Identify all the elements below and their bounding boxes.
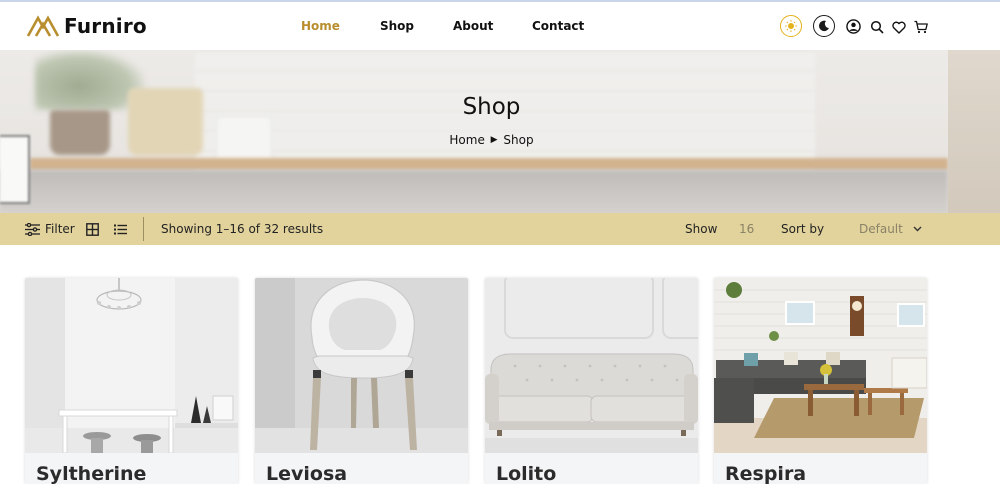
product-photo-living-room [714, 278, 927, 453]
results-count: Showing 1–16 of 32 results [161, 222, 324, 236]
list-view-icon [114, 224, 127, 234]
product-card[interactable]: Respira [714, 278, 927, 484]
site-header: Furniro Home Shop About Contact [0, 2, 1000, 50]
brand-logo[interactable]: Furniro [27, 13, 147, 39]
brand-name: Furniro [64, 14, 147, 38]
product-name[interactable]: Leviosa [266, 463, 347, 484]
product-photo-dining-room [25, 278, 238, 453]
product-card[interactable]: Lolito [485, 278, 698, 484]
product-name[interactable]: Lolito [496, 463, 556, 484]
sort-label: Sort by [781, 222, 825, 236]
product-card[interactable]: Leviosa [255, 278, 468, 484]
sun-icon [785, 20, 797, 32]
wishlist-button[interactable] [891, 19, 907, 35]
breadcrumb-current: Shop [503, 132, 534, 147]
nav-about[interactable]: About [453, 19, 493, 33]
logo-mark-icon [27, 15, 59, 37]
show-label: Show [685, 222, 718, 236]
sort-selected-value: Default [859, 222, 903, 236]
account-icon [845, 18, 861, 34]
heart-icon [892, 21, 906, 34]
page-title: Shop [462, 94, 521, 120]
nav-home[interactable]: Home [301, 19, 340, 33]
search-button[interactable] [869, 19, 885, 35]
grid-view-icon [86, 222, 99, 236]
cart-icon [914, 20, 928, 34]
moon-icon [819, 20, 829, 32]
nav-contact[interactable]: Contact [532, 19, 584, 33]
product-image[interactable] [255, 278, 468, 453]
product-photo-white-chair [255, 278, 468, 453]
product-name[interactable]: Respira [725, 463, 806, 484]
breadcrumb-home[interactable]: Home [449, 133, 484, 147]
cart-button[interactable] [913, 19, 929, 35]
filter-bar: Filter Showing 1–16 of 32 results Show 1… [0, 213, 1000, 245]
nav-shop[interactable]: Shop [380, 19, 414, 33]
list-view-button[interactable] [114, 213, 127, 245]
product-image[interactable] [485, 278, 698, 453]
product-card[interactable]: Syltherine [25, 278, 238, 484]
breadcrumb: Home ▶ Shop [0, 132, 983, 147]
show-count-input[interactable]: 16 [739, 213, 754, 245]
filter-label: Filter [45, 222, 75, 236]
hero-banner: Shop Home ▶ Shop [0, 50, 1000, 213]
filter-button[interactable]: Filter [25, 213, 75, 245]
sort-select[interactable]: Default [859, 213, 922, 245]
breadcrumb-separator-icon: ▶ [490, 134, 498, 145]
product-photo-sofa [485, 278, 698, 453]
filter-sliders-icon [25, 222, 40, 236]
filter-bar-divider [143, 217, 144, 241]
light-theme-toggle[interactable] [780, 15, 802, 37]
dark-theme-toggle[interactable] [813, 15, 835, 37]
product-name[interactable]: Syltherine [36, 463, 146, 484]
search-icon [870, 20, 884, 34]
product-image[interactable] [714, 278, 927, 453]
product-image[interactable] [25, 278, 238, 453]
account-button[interactable] [845, 18, 861, 34]
grid-view-button[interactable] [86, 213, 99, 245]
chevron-down-icon [913, 226, 922, 232]
